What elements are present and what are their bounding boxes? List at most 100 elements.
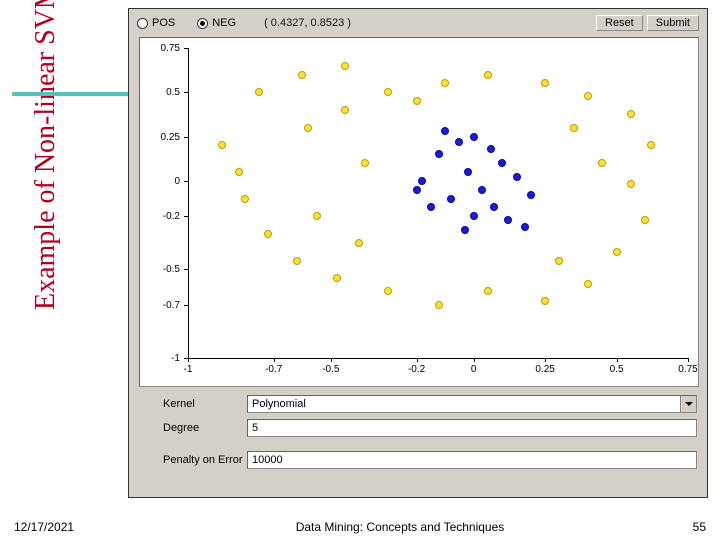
neg-point: [455, 138, 463, 146]
kernel-select[interactable]: Polynomial: [247, 395, 697, 413]
footer-page: 55: [666, 520, 706, 534]
pos-point: [384, 287, 392, 295]
x-tick-label: -1: [170, 364, 206, 375]
x-tick-label: 0.75: [670, 364, 706, 375]
pos-point: [313, 212, 321, 220]
radio-pos[interactable]: POS: [137, 17, 175, 29]
pos-point: [264, 230, 272, 238]
neg-point: [521, 223, 529, 231]
x-tick-label: -0.7: [256, 364, 292, 375]
neg-point: [418, 177, 426, 185]
radio-neg-dot: [197, 18, 208, 29]
neg-point: [504, 216, 512, 224]
y-tick-label: 0: [146, 176, 180, 187]
pos-point: [304, 124, 312, 132]
scatter-plot[interactable]: -1 -0.7 -0.5 -0.2 0 0.25 0.5 0.75 -1 -0.7 -0.5 -0.2…: [139, 37, 699, 387]
pos-point: [584, 280, 592, 288]
y-tick-label: 0.75: [146, 43, 180, 54]
page-side-title: Example of Non-linear SVM: [30, 0, 62, 310]
pos-point: [641, 216, 649, 224]
x-tick: [331, 358, 332, 362]
y-tick: [184, 181, 188, 182]
neg-point: [470, 212, 478, 220]
pos-point: [441, 79, 449, 87]
neg-point: [447, 195, 455, 203]
x-tick-label: 0.25: [527, 364, 563, 375]
pos-point: [570, 124, 578, 132]
pos-point: [361, 159, 369, 167]
y-tick-label: -1: [146, 353, 180, 364]
y-tick-label: 0.5: [146, 87, 180, 98]
neg-point: [527, 191, 535, 199]
x-tick: [545, 358, 546, 362]
x-tick: [688, 358, 689, 362]
neg-point: [513, 173, 521, 181]
kernel-value: Polynomial: [252, 398, 306, 410]
x-tick: [188, 358, 189, 362]
radio-neg-label: NEG: [212, 17, 236, 29]
radio-pos-label: POS: [152, 17, 175, 29]
y-tick: [184, 92, 188, 93]
pos-point: [255, 88, 263, 96]
penalty-label: Penalty on Error: [139, 454, 247, 466]
pos-point: [413, 97, 421, 105]
neg-point: [464, 168, 472, 176]
pos-point: [384, 88, 392, 96]
y-tick-label: -0.2: [146, 211, 180, 222]
x-tick-label: -0.5: [313, 364, 349, 375]
neg-point: [413, 186, 421, 194]
neg-point: [435, 150, 443, 158]
reset-button[interactable]: Reset: [596, 15, 643, 31]
y-tick-label: -0.5: [146, 264, 180, 275]
pos-point: [298, 71, 306, 79]
y-tick: [184, 48, 188, 49]
title-underline: [12, 92, 128, 96]
pos-point: [355, 239, 363, 247]
neg-point: [478, 186, 486, 194]
neg-point: [441, 127, 449, 135]
pos-point: [613, 248, 621, 256]
x-tick-label: 0: [456, 364, 492, 375]
y-axis: [188, 48, 189, 358]
x-tick: [474, 358, 475, 362]
pos-point: [584, 92, 592, 100]
x-tick-label: 0.5: [599, 364, 635, 375]
radio-neg[interactable]: NEG: [197, 17, 236, 29]
pos-point: [541, 297, 549, 305]
y-tick: [184, 305, 188, 306]
footer-title: Data Mining: Concepts and Techniques: [134, 520, 666, 534]
neg-point: [498, 159, 506, 167]
pos-point: [241, 195, 249, 203]
pos-point: [218, 141, 226, 149]
y-tick-label: -0.7: [146, 300, 180, 311]
degree-label: Degree: [139, 422, 247, 434]
penalty-row: Penalty on Error 10000: [139, 451, 697, 469]
pos-point: [341, 62, 349, 70]
neg-point: [427, 203, 435, 211]
submit-button[interactable]: Submit: [647, 15, 699, 31]
neg-point: [487, 145, 495, 153]
penalty-input[interactable]: 10000: [247, 451, 697, 469]
pos-point: [293, 257, 301, 265]
slide-footer: 12/17/2021 Data Mining: Concepts and Tec…: [0, 520, 720, 534]
kernel-row: Kernel Polynomial: [139, 395, 697, 413]
pos-point: [333, 274, 341, 282]
pos-point: [341, 106, 349, 114]
neg-point: [470, 133, 478, 141]
y-tick: [184, 137, 188, 138]
footer-date: 12/17/2021: [14, 520, 134, 534]
x-tick-label: -0.2: [399, 364, 435, 375]
kernel-label: Kernel: [139, 398, 247, 410]
degree-input[interactable]: 5: [247, 419, 697, 437]
svm-applet-panel: POS NEG ( 0.4327, 0.8523 ) Reset Submit …: [128, 8, 708, 498]
pos-point: [484, 71, 492, 79]
pos-point: [484, 287, 492, 295]
pos-point: [627, 180, 635, 188]
pos-point: [435, 301, 443, 309]
x-tick: [274, 358, 275, 362]
y-tick-label: 0.25: [146, 132, 180, 143]
topbar: POS NEG ( 0.4327, 0.8523 ) Reset Submit: [129, 9, 707, 37]
params-form: Kernel Polynomial Degree 5 Penalty on Er…: [139, 395, 697, 475]
radio-pos-dot: [137, 18, 148, 29]
pos-point: [541, 79, 549, 87]
